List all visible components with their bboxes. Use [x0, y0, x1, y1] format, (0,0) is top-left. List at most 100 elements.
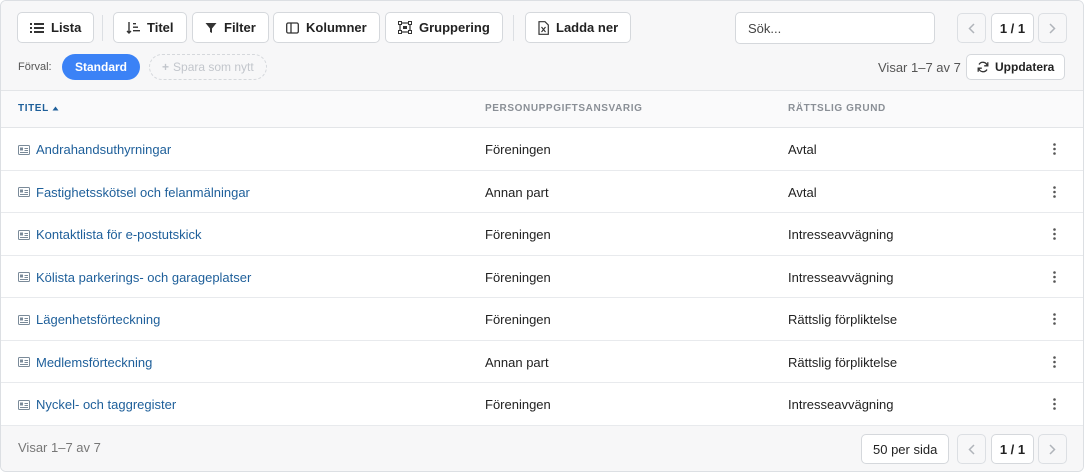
id-card-icon: [18, 187, 30, 197]
id-card-icon: [18, 357, 30, 367]
list-view-label: Lista: [51, 20, 82, 35]
kebab-icon: [1052, 143, 1056, 155]
row-menu-button[interactable]: [1047, 309, 1061, 329]
table-footer: Visar 1–7 av 7 50 per sida 1 / 1: [1, 426, 1083, 471]
id-card-icon: [18, 229, 30, 240]
table-row[interactable]: Lägenhetsförteckning Föreningen Rättslig f…: [1, 298, 1083, 341]
row-legal-basis: Rättslig förpliktelse: [788, 354, 898, 370]
row-title-link[interactable]: Fastighetsskötsel och felanmälningar: [18, 185, 250, 200]
table-header: TITEL PERSONUPPGIFTSANSVARIG RÄTTSLIG GR…: [1, 91, 1083, 128]
footer-prev-page-button[interactable]: [957, 434, 986, 464]
table-row[interactable]: Fastighetsskötsel och felanmälningar Anna…: [1, 170, 1083, 213]
table-row[interactable]: Kölista parkerings- och garageplatser För…: [1, 255, 1083, 298]
toolbar-area: Lista Titel Filter Kolumner Gruppering L…: [1, 1, 1083, 91]
row-title-label: Fastighetsskötsel och felanmälningar: [36, 184, 250, 200]
kebab-icon: [1052, 228, 1056, 240]
per-page-select[interactable]: 50 per sida: [861, 434, 950, 464]
grouping-icon: [398, 21, 412, 34]
row-controller: Föreningen: [485, 142, 551, 157]
row-menu-button[interactable]: [1047, 224, 1061, 244]
sort-label: Titel: [147, 20, 174, 35]
row-title-label: Lägenhetsförteckning: [36, 312, 161, 327]
row-legal-basis: Intresseavvägning: [788, 227, 894, 242]
row-legal-basis: Intresseavvägning: [788, 269, 894, 285]
row-legal-basis: Avtal: [788, 142, 817, 157]
row-title-link[interactable]: Medlemsförteckning: [18, 355, 152, 370]
id-card-icon: [18, 144, 30, 155]
column-header-title-label: TITEL: [18, 103, 49, 114]
row-title-link[interactable]: Andrahandsuthyrningar: [18, 142, 171, 157]
columns-label: Kolumner: [306, 20, 367, 35]
column-header-title[interactable]: TITEL: [18, 103, 59, 114]
table-row[interactable]: Nyckel- och taggregister Föreningen Intres…: [1, 383, 1083, 426]
row-controller: Föreningen: [485, 397, 551, 412]
column-header-controller[interactable]: PERSONUPPGIFTSANSVARIG: [485, 103, 642, 114]
kebab-icon: [1052, 355, 1056, 368]
preset-standard-button[interactable]: Standard: [62, 54, 141, 80]
filter-label: Filter: [224, 20, 256, 35]
row-menu-button[interactable]: [1047, 139, 1061, 159]
register-list-view: Lista Titel Filter Kolumner Gruppering L…: [0, 0, 1084, 472]
column-header-legal-basis[interactable]: RÄTTSLIG GRUND: [788, 103, 886, 114]
filter-button[interactable]: Filter: [192, 12, 269, 43]
columns-icon: [286, 21, 299, 34]
table-body: Andrahandsuthyrningar Föreningen Avtal Fast…: [1, 128, 1083, 426]
footer-page-indicator: 1 / 1: [991, 434, 1034, 464]
row-controller: Annan part: [485, 354, 549, 370]
file-download-icon: [538, 20, 549, 35]
table-row[interactable]: Andrahandsuthyrningar Föreningen Avtal: [1, 128, 1083, 171]
save-preset-button[interactable]: + Spara som nytt: [149, 54, 267, 80]
row-title-link[interactable]: Kölista parkerings- och garageplatser: [18, 270, 251, 285]
columns-button[interactable]: Kolumner: [273, 12, 380, 43]
prev-page-button[interactable]: [957, 13, 986, 43]
row-title-label: Kölista parkerings- och garageplatser: [36, 269, 252, 285]
kebab-icon: [1052, 313, 1056, 325]
row-title-label: Kontaktlista för e-postutskick: [36, 227, 202, 242]
row-controller: Föreningen: [485, 312, 551, 327]
sort-button[interactable]: Titel: [113, 12, 187, 43]
row-title-link[interactable]: Lägenhetsförteckning: [18, 312, 160, 327]
next-page-button[interactable]: [1038, 13, 1067, 43]
id-card-icon: [18, 272, 30, 282]
sort-ascending-icon: [52, 106, 59, 111]
page-indicator: 1 / 1: [991, 13, 1034, 43]
refresh-label: Uppdatera: [995, 60, 1055, 74]
save-preset-label: Spara som nytt: [173, 60, 254, 74]
row-menu-button[interactable]: [1047, 394, 1061, 414]
table-row[interactable]: Kontaktlista för e-postutskick Föreningen…: [1, 213, 1083, 256]
footer-result-count: Visar 1–7 av 7: [18, 440, 101, 455]
id-card-icon: [18, 314, 30, 325]
row-title-link[interactable]: Nyckel- och taggregister: [18, 397, 176, 412]
table-row[interactable]: Medlemsförteckning Annan part Rättslig för…: [1, 340, 1083, 383]
row-menu-button[interactable]: [1047, 267, 1061, 287]
filter-icon: [205, 22, 217, 33]
chevron-left-icon: [968, 443, 975, 455]
row-menu-button[interactable]: [1047, 182, 1061, 202]
kebab-icon: [1052, 398, 1056, 410]
row-title-link[interactable]: Kontaktlista för e-postutskick: [18, 227, 201, 242]
kebab-icon: [1052, 185, 1056, 198]
row-legal-basis: Rättslig förpliktelse: [788, 312, 898, 327]
row-menu-button[interactable]: [1047, 352, 1061, 372]
footer-next-page-button[interactable]: [1038, 434, 1067, 464]
download-button[interactable]: Ladda ner: [525, 12, 632, 43]
search-input[interactable]: [735, 12, 935, 44]
list-view-button[interactable]: Lista: [17, 12, 95, 43]
preset-label: Förval:: [18, 61, 52, 73]
refresh-button[interactable]: Uppdatera: [966, 54, 1066, 80]
row-legal-basis: Avtal: [788, 184, 817, 200]
row-title-label: Nyckel- och taggregister: [36, 397, 177, 412]
toolbar-divider: [513, 15, 514, 41]
row-controller: Föreningen: [485, 227, 551, 242]
sort-icon: [126, 21, 140, 34]
row-title-label: Medlemsförteckning: [36, 354, 153, 370]
result-count: Visar 1–7 av 7: [878, 60, 961, 75]
list-icon: [30, 22, 44, 33]
plus-icon: +: [162, 60, 170, 74]
chevron-right-icon: [1049, 22, 1056, 34]
grouping-label: Gruppering: [419, 20, 490, 35]
refresh-icon: [977, 61, 989, 73]
grouping-button[interactable]: Gruppering: [385, 12, 503, 43]
chevron-right-icon: [1049, 443, 1056, 455]
download-label: Ladda ner: [556, 20, 619, 35]
